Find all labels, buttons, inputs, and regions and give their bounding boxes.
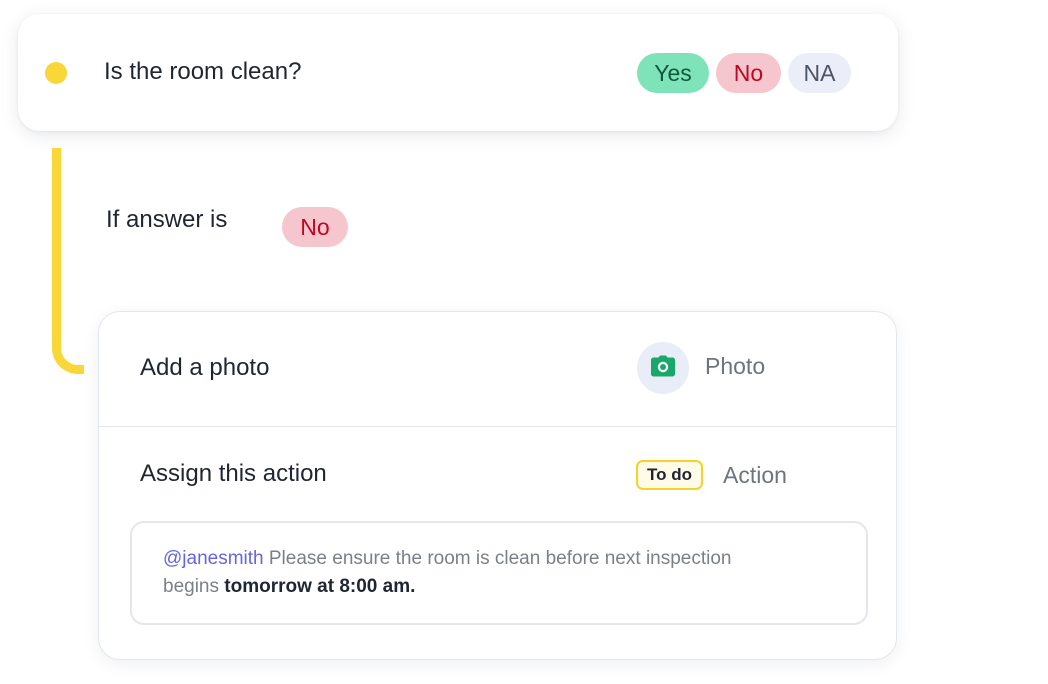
question-text: Is the room clean? xyxy=(104,58,302,85)
actions-card: Add a photo Photo Assign this action To … xyxy=(98,311,897,660)
camera-button[interactable] xyxy=(637,342,689,394)
row-divider xyxy=(99,426,896,427)
status-dot xyxy=(45,62,67,84)
answer-yes-button[interactable]: Yes xyxy=(637,53,709,93)
answer-na-button[interactable]: NA xyxy=(788,53,851,93)
photo-button-label[interactable]: Photo xyxy=(705,353,765,380)
condition-value-badge[interactable]: No xyxy=(282,207,348,247)
condition-label: If answer is xyxy=(106,206,228,233)
camera-icon xyxy=(650,355,676,382)
todo-status-badge[interactable]: To do xyxy=(636,460,703,490)
logic-connector-line xyxy=(52,148,84,374)
question-card: Is the room clean? Yes No NA xyxy=(18,14,898,131)
mention-link[interactable]: @janesmith xyxy=(163,548,264,569)
message-due-time: tomorrow at 8:00 am. xyxy=(224,576,416,597)
add-photo-label: Add a photo xyxy=(140,354,270,381)
action-message-box[interactable]: @janesmith Please ensure the room is cle… xyxy=(130,521,868,625)
action-button-label[interactable]: Action xyxy=(723,462,787,489)
answer-no-button[interactable]: No xyxy=(716,53,781,93)
message-text-line1: Please ensure the room is clean before n… xyxy=(263,548,732,569)
assign-action-label: Assign this action xyxy=(140,460,327,487)
message-text-line2: begins xyxy=(163,576,225,597)
